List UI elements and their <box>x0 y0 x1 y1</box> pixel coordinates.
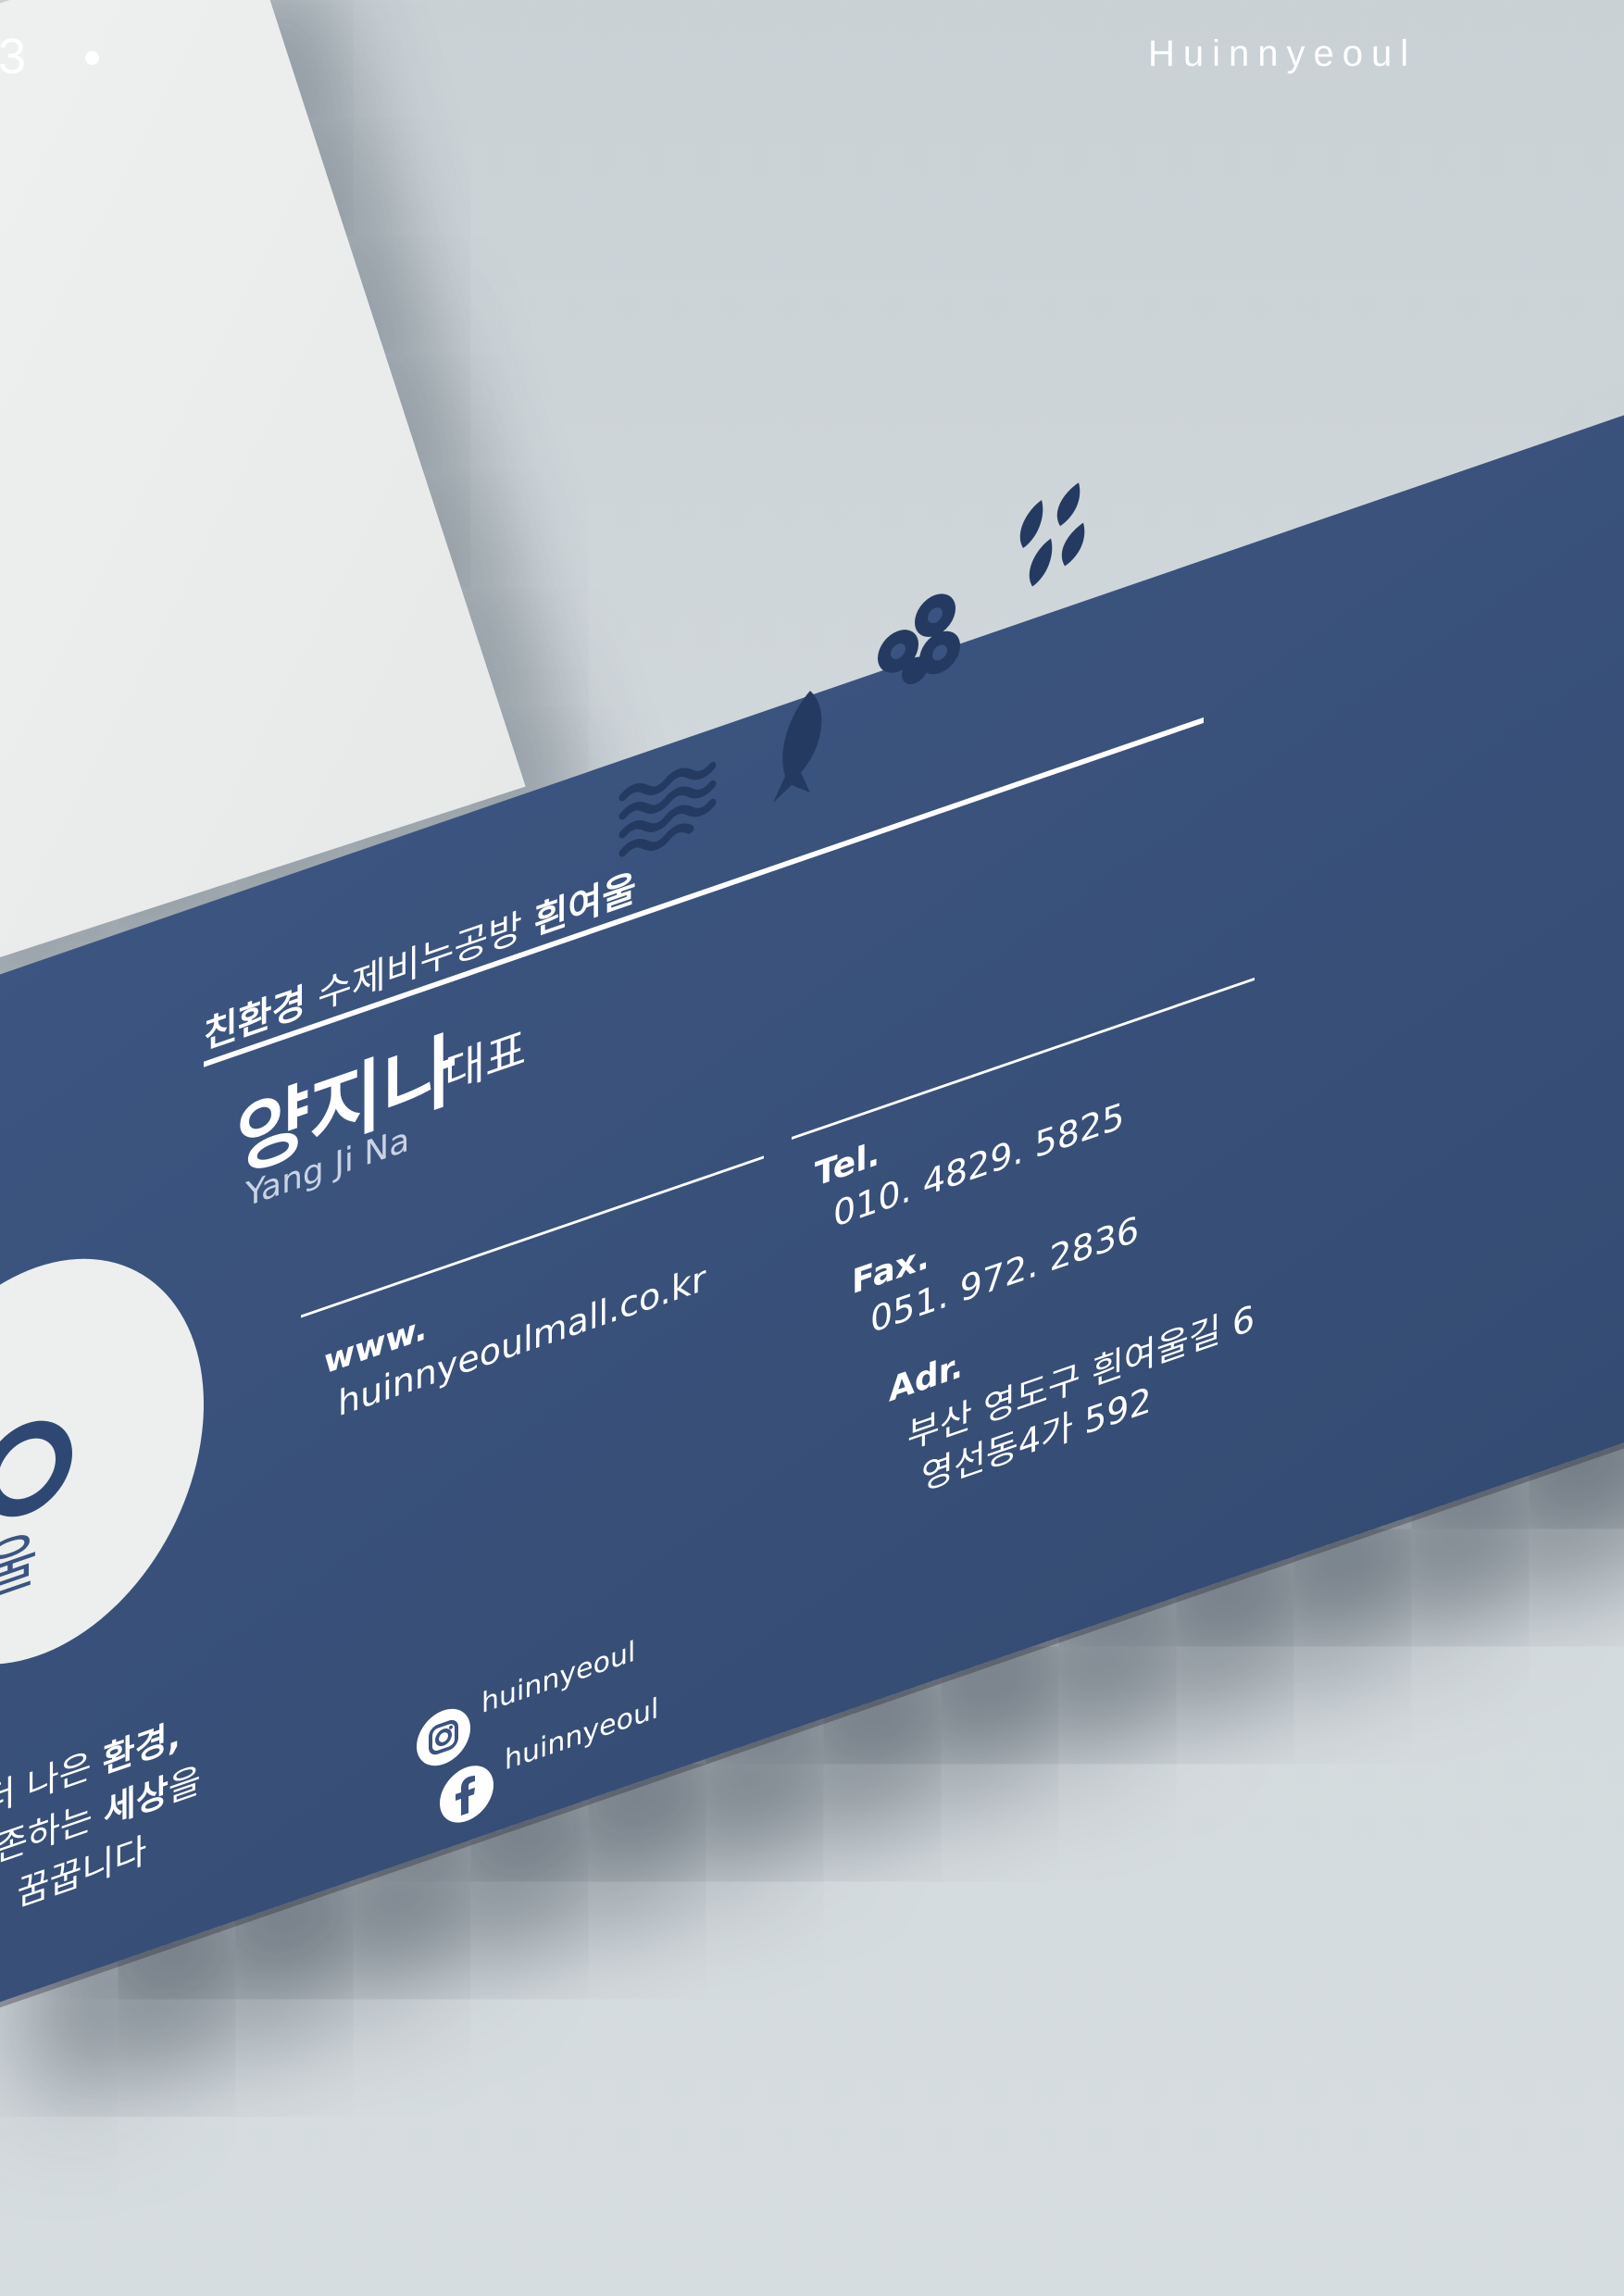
leaves-icon <box>1019 482 1085 587</box>
page-header: 3 Huinnyeoul <box>0 0 1624 120</box>
page-number: 3 <box>0 29 27 84</box>
brand-name: Huinnyeoul <box>1148 33 1418 74</box>
logo-text: 여울 <box>0 1521 39 1631</box>
header-dot <box>85 51 99 65</box>
tagline-2c: 을 <box>168 1758 201 1811</box>
